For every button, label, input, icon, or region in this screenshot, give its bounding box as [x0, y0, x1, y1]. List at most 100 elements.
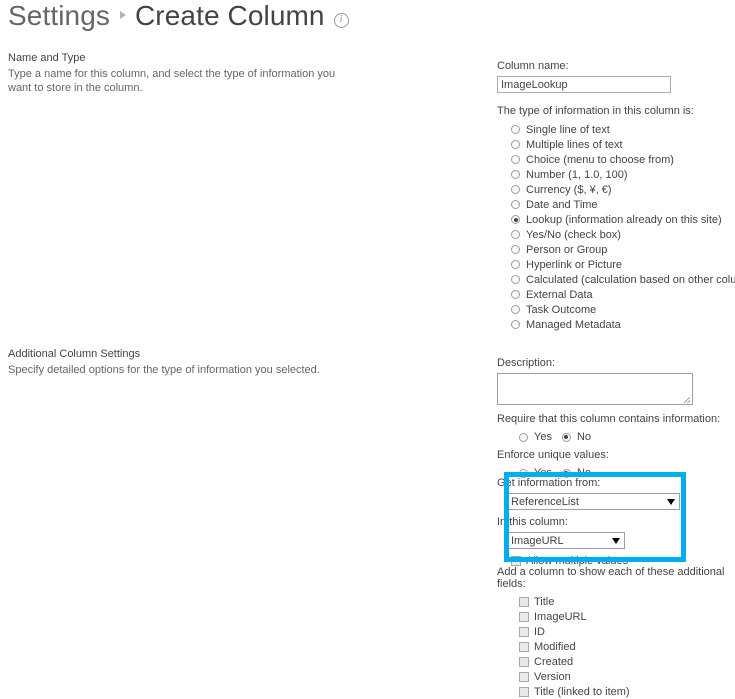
radio-label: Currency ($, ¥, €) [526, 183, 612, 196]
radio-button[interactable] [511, 170, 520, 179]
radio-label: Hyperlink or Picture [526, 258, 622, 271]
description-textarea[interactable] [497, 373, 693, 405]
radio-button[interactable] [519, 432, 528, 442]
column-type-label: The type of information in this column i… [497, 105, 694, 117]
column-name-and-type-form: Column name: The type of information in … [497, 60, 735, 332]
radio-button[interactable] [511, 305, 520, 314]
radio-label: Calculated (calculation based on other c… [526, 273, 735, 286]
section-name-and-type-title: Name and Type [8, 52, 86, 64]
radio-button[interactable] [511, 230, 520, 239]
column-type-option[interactable]: Choice (menu to choose from) [511, 152, 735, 167]
additional-field-option[interactable]: Modified [519, 639, 735, 654]
additional-fields-checkbox-group[interactable]: Title ImageURL ID Modified Created Version Tit… [497, 594, 735, 699]
radio-button[interactable] [511, 320, 520, 329]
column-type-option[interactable]: Currency ($, ¥, €) [511, 182, 735, 197]
checkbox[interactable] [519, 641, 529, 652]
resize-grip-icon[interactable] [681, 393, 691, 403]
checkbox-label: ID [534, 625, 545, 638]
radio-button[interactable] [511, 260, 520, 269]
require-information-option[interactable]: Yes [519, 430, 552, 445]
column-type-option[interactable]: Yes/No (check box) [511, 227, 735, 242]
column-name-input[interactable] [497, 76, 671, 93]
breadcrumb-separator-icon [119, 11, 126, 19]
column-type-option[interactable]: Lookup (information already on this site… [511, 212, 735, 227]
section-additional-column-settings: Additional Column Settings Specify detai… [8, 348, 358, 377]
checkbox[interactable] [519, 611, 529, 622]
column-type-option[interactable]: Multiple lines of text [511, 137, 735, 152]
radio-label: External Data [526, 288, 593, 301]
additional-fields-section: Add a column to show each of these addit… [497, 566, 735, 699]
column-type-option[interactable]: Number (1, 1.0, 100) [511, 167, 735, 182]
additional-field-option[interactable]: Title [519, 594, 735, 609]
radio-label: Task Outcome [526, 303, 597, 316]
column-type-option[interactable]: Hyperlink or Picture [511, 257, 735, 272]
get-information-from-select[interactable]: ReferenceList [505, 493, 680, 510]
radio-button[interactable] [511, 200, 520, 209]
radio-label: Single line of text [526, 123, 610, 136]
get-information-from-value: ReferenceList [511, 495, 579, 508]
additional-field-option[interactable]: Created [519, 654, 735, 669]
radio-button[interactable] [511, 140, 520, 149]
column-type-option[interactable]: Managed Metadata [511, 317, 735, 332]
radio-label: Person or Group [526, 243, 608, 256]
column-type-option[interactable]: Person or Group [511, 242, 735, 257]
in-this-column-select[interactable]: ImageURL [505, 532, 625, 549]
section-additional-title: Additional Column Settings [8, 348, 141, 360]
column-type-option[interactable]: Single line of text [511, 122, 735, 137]
allow-multiple-values-checkbox[interactable] [511, 555, 521, 566]
checkbox-label: Title [534, 595, 555, 608]
additional-settings-form: Description: Require that this column co… [497, 357, 735, 481]
radio-button[interactable] [511, 185, 520, 194]
section-additional-description: Specify detailed options for the type of… [8, 364, 320, 376]
additional-field-option[interactable]: Title (linked to item) [519, 684, 735, 699]
checkbox[interactable] [519, 596, 529, 607]
radio-label: Number (1, 1.0, 100) [526, 168, 628, 181]
radio-button[interactable] [511, 125, 520, 134]
in-this-column-label: In this column: [497, 516, 568, 528]
column-type-option[interactable]: Task Outcome [511, 302, 735, 317]
radio-button[interactable] [511, 290, 520, 299]
lookup-source-form: Get information from: ReferenceList In t… [497, 477, 735, 568]
radio-button[interactable] [511, 245, 520, 254]
column-type-radio-group[interactable]: Single line of text Multiple lines of tex… [497, 122, 735, 332]
checkbox[interactable] [519, 686, 529, 697]
info-icon[interactable]: i [333, 13, 349, 28]
enforce-unique-label: Enforce unique values: [497, 449, 609, 461]
radio-label: Yes [534, 431, 552, 443]
require-information-label: Require that this column contains inform… [497, 413, 721, 425]
radio-button[interactable] [511, 155, 520, 164]
radio-button[interactable] [511, 215, 520, 224]
radio-label: Lookup (information already on this site… [526, 213, 722, 226]
column-type-option[interactable]: External Data [511, 287, 735, 302]
column-type-option[interactable]: Date and Time [511, 197, 735, 212]
radio-label: Choice (menu to choose from) [526, 153, 674, 166]
section-name-and-type: Name and Type Type a name for this colum… [8, 52, 358, 95]
checkbox-label: Modified [534, 640, 576, 653]
additional-field-option[interactable]: ImageURL [519, 609, 735, 624]
additional-fields-label: Add a column to show each of these addit… [497, 566, 725, 590]
allow-multiple-values-label: Allow multiple values [526, 554, 629, 567]
require-information-radio-group[interactable]: Yes No [497, 429, 735, 445]
checkbox-label: Title (linked to item) [534, 685, 630, 698]
radio-label: Managed Metadata [526, 318, 621, 331]
checkbox-label: Version [534, 670, 571, 683]
additional-field-option[interactable]: ID [519, 624, 735, 639]
description-label: Description: [497, 357, 556, 369]
radio-label: Date and Time [526, 198, 598, 211]
require-information-option[interactable]: No [561, 430, 592, 445]
radio-label: Yes/No (check box) [526, 228, 621, 241]
breadcrumb-settings-link[interactable]: Settings [8, 0, 110, 32]
checkbox[interactable] [519, 626, 529, 637]
checkbox-label: Created [534, 655, 574, 668]
checkbox[interactable] [519, 671, 529, 682]
radio-label: Multiple lines of text [526, 138, 623, 151]
in-this-column-value: ImageURL [511, 534, 564, 547]
additional-field-option[interactable]: Version [519, 669, 735, 684]
breadcrumb: Settings Create Column i [8, 0, 349, 32]
page-title: Create Column [134, 0, 325, 31]
radio-button[interactable] [511, 275, 520, 284]
radio-button[interactable] [561, 432, 571, 442]
checkbox[interactable] [519, 656, 529, 667]
radio-label: No [576, 431, 592, 443]
column-type-option[interactable]: Calculated (calculation based on other c… [511, 272, 735, 287]
